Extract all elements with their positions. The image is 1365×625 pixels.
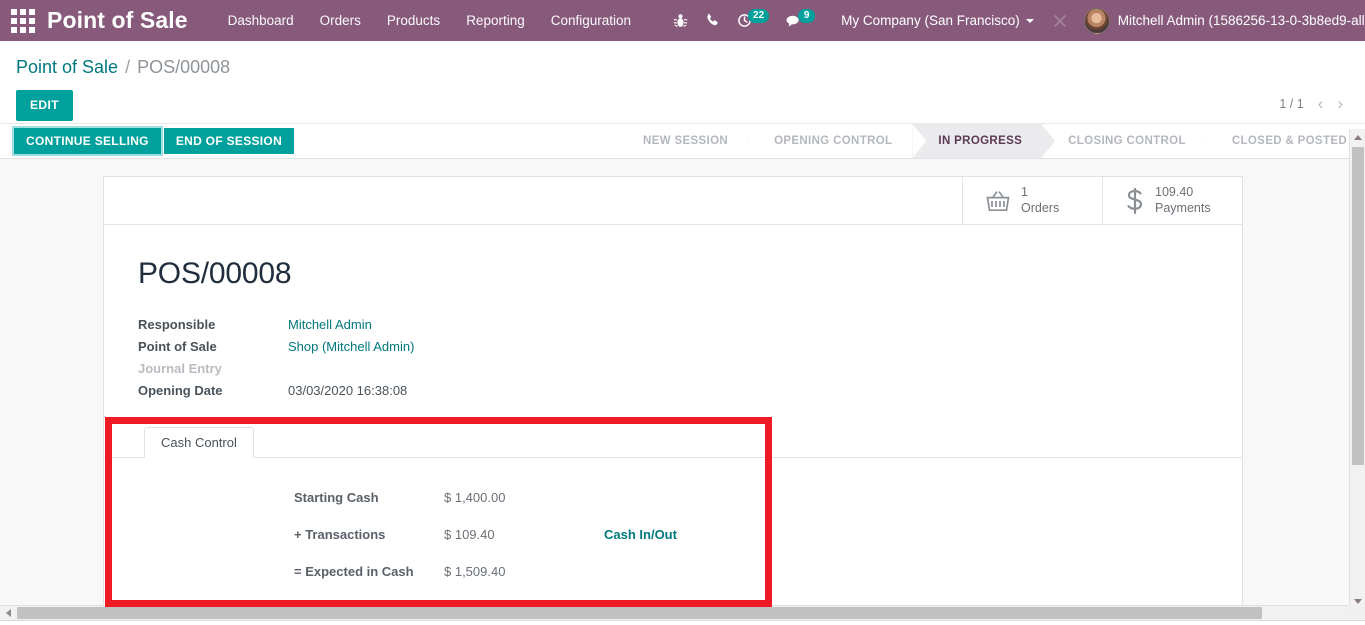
- field-value-opening-date: 03/03/2020 16:38:08: [288, 383, 408, 398]
- notebook: Cash Control Starting Cash $ 1,400.00 + …: [104, 424, 1242, 610]
- smart-button-orders[interactable]: 1 Orders: [962, 177, 1102, 224]
- horizontal-scrollbar-thumb[interactable]: [17, 607, 1262, 619]
- field-label-point-of-sale: Point of Sale: [138, 339, 217, 354]
- menu-item-products[interactable]: Products: [387, 13, 440, 28]
- app-brand-title: Point of Sale: [47, 7, 188, 33]
- close-x-icon[interactable]: [1052, 13, 1068, 29]
- responsible-link[interactable]: Mitchell Admin: [288, 317, 372, 332]
- avatar: [1083, 7, 1110, 34]
- scroll-up-arrow-icon[interactable]: [1350, 129, 1365, 146]
- menu-item-dashboard[interactable]: Dashboard: [228, 13, 294, 28]
- bottom-edge: [0, 620, 1365, 625]
- breadcrumb-root-link[interactable]: Point of Sale: [16, 57, 118, 78]
- scroll-left-arrow-icon[interactable]: [0, 606, 16, 620]
- field-label-opening-date: Opening Date: [138, 383, 223, 398]
- payments-amount: 109.40: [1155, 185, 1194, 200]
- control-panel: Point of Sale / POS/00008 EDIT 1 / 1 ‹ ›: [0, 41, 1365, 123]
- menu-item-configuration[interactable]: Configuration: [551, 13, 631, 28]
- user-menu[interactable]: Mitchell Admin (1586256-13-0-3b8ed9-all): [1083, 7, 1365, 34]
- messages-count-badge: 9: [798, 9, 816, 23]
- workflow-buttons: CONTINUE SELLING END OF SESSION: [14, 124, 295, 158]
- status-action-bar: CONTINUE SELLING END OF SESSION NEW SESS…: [0, 123, 1365, 159]
- chevron-down-icon: [1025, 18, 1034, 23]
- smart-button-payments[interactable]: 109.40 Payments: [1102, 177, 1242, 224]
- breadcrumb-current: POS/00008: [137, 57, 231, 77]
- orders-label: Orders: [1021, 200, 1060, 215]
- horizontal-scrollbar[interactable]: [0, 605, 1349, 620]
- orders-count: 1: [1021, 185, 1028, 200]
- status-step-opening-control[interactable]: OPENING CONTROL: [748, 124, 912, 158]
- cash-action-expected-in-cash: [604, 564, 1208, 579]
- sheet-body: POS/00008 Responsible Mitchell Admin Poi…: [104, 225, 1242, 610]
- continue-selling-button[interactable]: CONTINUE SELLING: [14, 128, 161, 154]
- payments-label: Payments: [1155, 200, 1211, 215]
- breadcrumb-separator: /: [125, 57, 131, 77]
- cash-value-expected-in-cash: $ 1,509.40: [444, 564, 506, 579]
- user-name: Mitchell Admin (1586256-13-0-3b8ed9-all): [1117, 13, 1365, 28]
- cash-value-transactions: $ 109.40: [444, 527, 495, 542]
- scrollbar-corner: [1349, 605, 1365, 620]
- company-switcher[interactable]: My Company (San Francisco): [841, 13, 1034, 28]
- record-field-grid: Responsible Mitchell Admin Point of Sale…: [138, 317, 838, 398]
- debug-bug-icon[interactable]: [673, 13, 688, 29]
- dollar-sign-icon: [1125, 187, 1145, 214]
- apps-grid-icon[interactable]: [11, 8, 35, 34]
- status-step-closed-and-posted[interactable]: CLOSED & POSTED: [1206, 124, 1365, 158]
- status-step-closing-control[interactable]: CLOSING CONTROL: [1042, 124, 1206, 158]
- activities-clock-icon[interactable]: 22: [737, 9, 770, 28]
- menu-item-orders[interactable]: Orders: [320, 13, 361, 28]
- cash-label-transactions: + Transactions: [294, 527, 386, 542]
- top-navigation-bar: Point of Sale Dashboard Orders Products …: [0, 0, 1365, 41]
- end-of-session-button[interactable]: END OF SESSION: [163, 128, 295, 154]
- field-value-responsible: Mitchell Admin: [288, 317, 838, 332]
- record-pager: 1 / 1 ‹ ›: [1279, 95, 1343, 112]
- breadcrumb: Point of Sale / POS/00008: [16, 57, 1347, 78]
- status-step-in-progress[interactable]: IN PROGRESS: [912, 124, 1043, 158]
- point-of-sale-link[interactable]: Shop (Mitchell Admin): [288, 339, 414, 354]
- phone-icon[interactable]: [705, 13, 720, 28]
- shopping-basket-icon: [985, 189, 1011, 213]
- field-value-journal-entry: [288, 361, 838, 376]
- system-icons: 22 9: [673, 9, 816, 29]
- page-title: POS/00008: [138, 257, 292, 290]
- status-step-new-session[interactable]: NEW SESSION: [617, 124, 748, 158]
- record-sheet: 1 Orders 109.40 Payments POS/00008 Respo…: [103, 176, 1243, 610]
- tab-cash-control[interactable]: Cash Control: [144, 427, 254, 458]
- chevron-right-icon[interactable]: ›: [1337, 95, 1343, 112]
- edit-button[interactable]: EDIT: [16, 90, 73, 121]
- menu-item-reporting[interactable]: Reporting: [466, 13, 525, 28]
- company-name: My Company (San Francisco): [841, 13, 1020, 28]
- field-label-journal-entry: Journal Entry: [138, 361, 222, 376]
- cash-control-table: Starting Cash $ 1,400.00 + Transactions …: [138, 490, 1208, 610]
- cash-in-out-link[interactable]: Cash In/Out: [604, 527, 1208, 542]
- chevron-left-icon[interactable]: ‹: [1318, 95, 1324, 112]
- main-menu: Dashboard Orders Products Reporting Conf…: [228, 13, 631, 28]
- smart-button-row: 1 Orders 109.40 Payments: [104, 177, 1242, 225]
- vertical-scrollbar[interactable]: [1349, 129, 1365, 610]
- field-value-point-of-sale: Shop (Mitchell Admin): [288, 339, 838, 354]
- cash-value-starting-cash: $ 1,400.00: [444, 490, 506, 505]
- field-label-responsible: Responsible: [138, 317, 216, 332]
- cash-action-starting-cash: [604, 490, 1208, 505]
- notebook-tab-bar: Cash Control: [104, 424, 1242, 458]
- form-scroll-area: 1 Orders 109.40 Payments POS/00008 Respo…: [0, 170, 1349, 610]
- pager-count: 1 / 1: [1279, 96, 1304, 111]
- vertical-scrollbar-thumb[interactable]: [1352, 147, 1364, 465]
- cash-label-expected-in-cash: = Expected in Cash: [294, 564, 414, 579]
- messages-chat-icon[interactable]: 9: [786, 9, 816, 28]
- status-pipeline: NEW SESSION OPENING CONTROL IN PROGRESS …: [617, 124, 1365, 158]
- activities-count-badge: 22: [748, 9, 770, 23]
- cash-label-starting-cash: Starting Cash: [294, 490, 379, 505]
